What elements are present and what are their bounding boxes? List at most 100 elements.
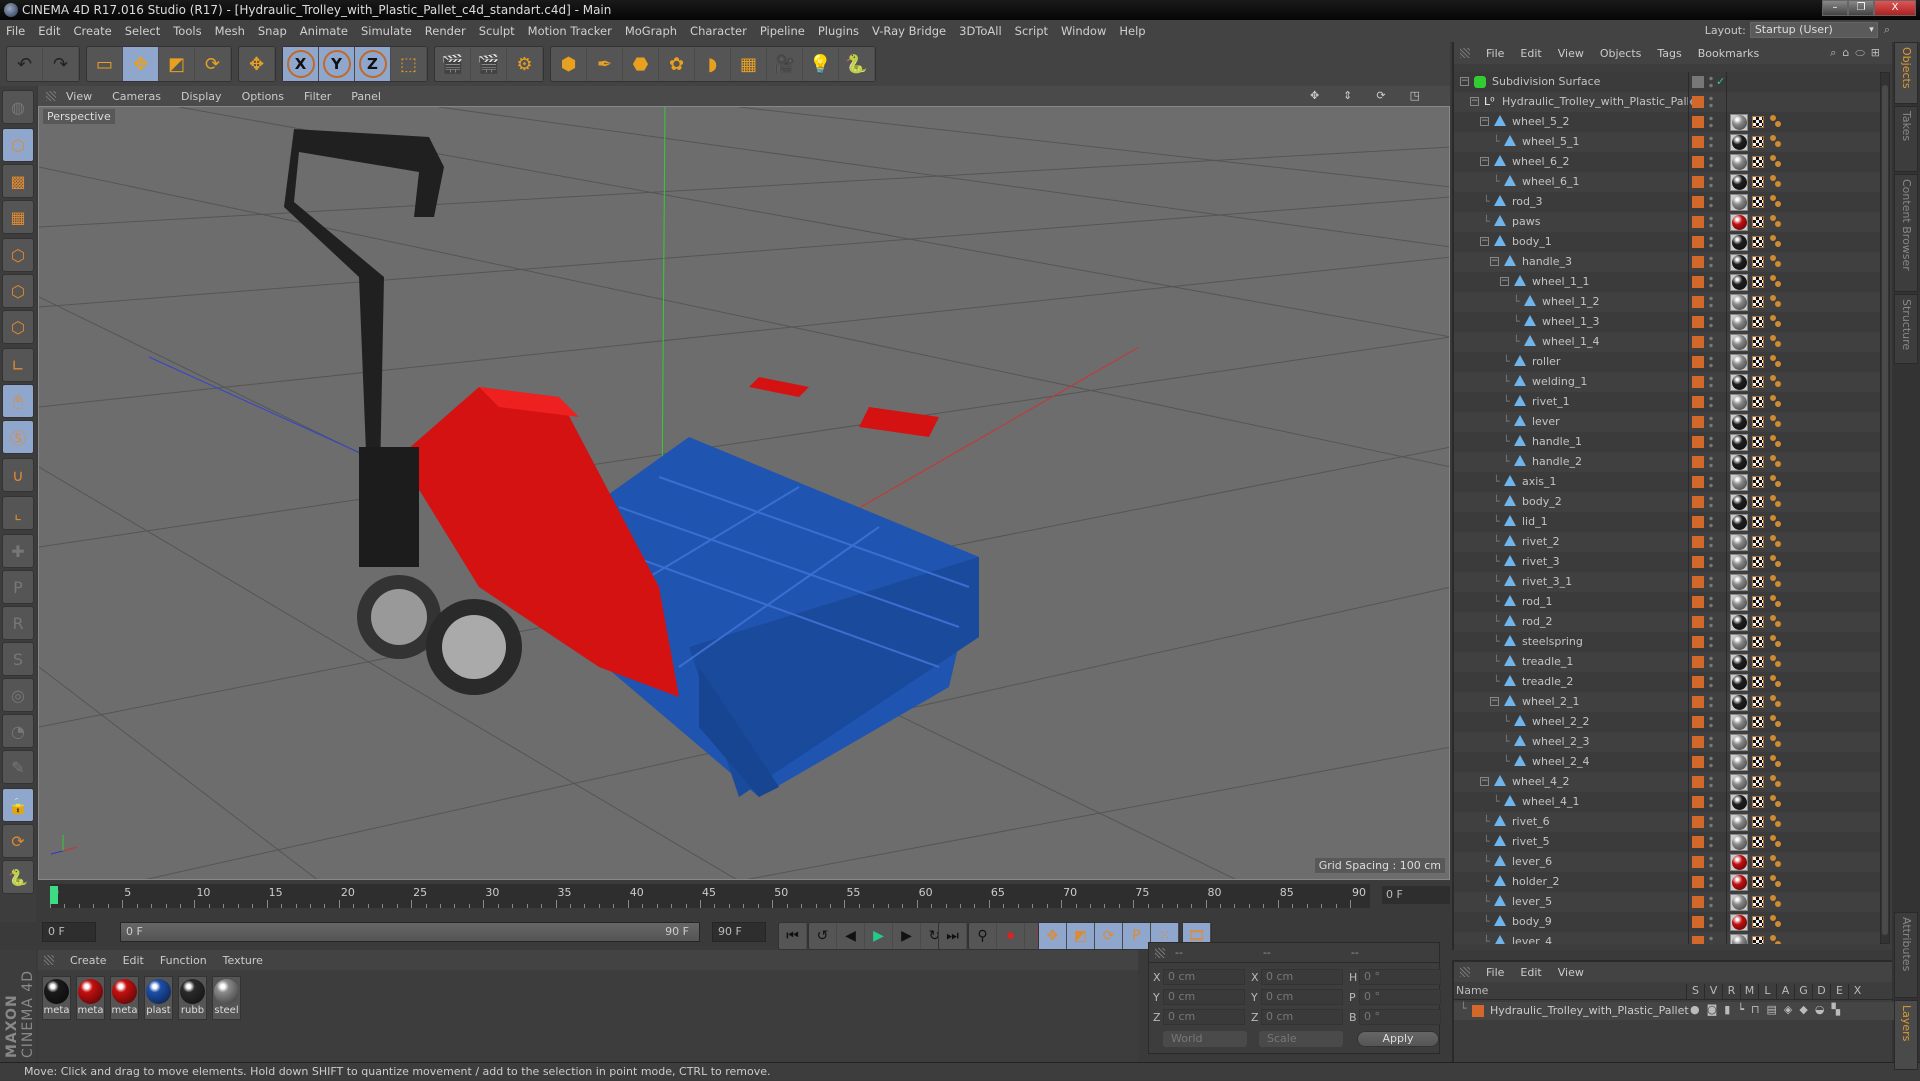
expand-toggle-icon[interactable]: − (1480, 157, 1489, 166)
object-row[interactable]: └ rivet_6 (1454, 812, 1882, 832)
material-tag-icon[interactable] (1730, 274, 1748, 291)
material-tag-icon[interactable] (1730, 214, 1748, 231)
lock-workplane-button[interactable]: 🔒 (2, 788, 34, 822)
expand-toggle-icon[interactable]: − (1480, 777, 1489, 786)
side-tab-objects[interactable]: Objects (1894, 42, 1918, 104)
layer-row[interactable]: └ Hydraulic_Trolley_with_Plastic_Pallet … (1454, 1002, 1894, 1020)
menu-plugins[interactable]: Plugins (818, 24, 859, 38)
subdivision-surface-button[interactable]: ⬣ (623, 47, 659, 81)
key-position-button[interactable]: P (2, 570, 34, 604)
visibility-dots-icon[interactable] (1709, 315, 1713, 329)
camera-label[interactable]: Perspective (43, 109, 115, 124)
phong-tag-icon[interactable] (1770, 615, 1782, 629)
uvw-tag-icon[interactable] (1752, 696, 1764, 708)
object-name[interactable]: handle_1 (1532, 432, 1582, 452)
material-menu-texture[interactable]: Texture (223, 954, 263, 967)
visibility-dots-icon[interactable] (1709, 895, 1713, 909)
layer-color-icon[interactable] (1692, 576, 1704, 588)
texture-mode-button[interactable]: ▩ (2, 164, 34, 198)
expand-toggle-icon[interactable]: − (1490, 257, 1499, 266)
layer-column-s[interactable]: S (1686, 984, 1704, 999)
phong-tag-icon[interactable] (1770, 315, 1782, 329)
key-parameter-button[interactable]: ◎ (2, 678, 34, 712)
layer-color-icon[interactable] (1692, 236, 1704, 248)
new-window-icon[interactable]: ⊞ (1871, 46, 1886, 59)
layer-color-icon[interactable] (1692, 196, 1704, 208)
uvw-tag-icon[interactable] (1752, 616, 1764, 628)
material-tag-icon[interactable] (1730, 154, 1748, 171)
visibility-dots-icon[interactable] (1709, 135, 1713, 149)
redo-button[interactable]: ↷ (43, 47, 79, 81)
object-row[interactable]: └ wheel_1_4 (1454, 332, 1882, 352)
panel-grip-icon[interactable] (44, 955, 54, 965)
object-name[interactable]: wheel_2_3 (1532, 732, 1590, 752)
panel-grip-icon[interactable] (46, 91, 56, 101)
object-row[interactable]: └ treadle_2 (1454, 672, 1882, 692)
visibility-dots-icon[interactable] (1709, 95, 1713, 109)
python-script-button[interactable]: 🐍 (2, 860, 34, 894)
visibility-dots-icon[interactable] (1709, 755, 1713, 769)
panel-grip-icon[interactable] (1155, 947, 1165, 958)
move-button[interactable]: ✥ (123, 47, 159, 81)
layer-name[interactable]: Hydraulic_Trolley_with_Plastic_Pallet (1490, 1004, 1689, 1017)
object-row[interactable]: − body_1 (1454, 232, 1882, 252)
phong-tag-icon[interactable] (1770, 795, 1782, 809)
menu-simulate[interactable]: Simulate (361, 24, 412, 38)
phong-tag-icon[interactable] (1770, 515, 1782, 529)
side-tab-layers[interactable]: Layers (1894, 1000, 1918, 1070)
visibility-dots-icon[interactable] (1709, 355, 1713, 369)
material-tag-icon[interactable] (1730, 694, 1748, 711)
go-to-start-button[interactable]: ⏮ (779, 923, 807, 949)
record-position-button[interactable]: ✥ (1039, 923, 1067, 949)
python-button[interactable]: 🐍 (839, 47, 875, 81)
visibility-dots-icon[interactable] (1709, 615, 1713, 629)
object-menu-edit[interactable]: Edit (1520, 47, 1541, 60)
side-tab-attributes[interactable]: Attributes (1894, 912, 1918, 998)
layer-column-x[interactable]: X (1848, 984, 1866, 999)
layer-color-icon[interactable] (1692, 836, 1704, 848)
viewport-menu-cameras[interactable]: Cameras (112, 90, 161, 103)
material-tag-icon[interactable] (1730, 114, 1748, 131)
layer-color-icon[interactable] (1692, 316, 1704, 328)
rotation-h-field[interactable]: 0 ° (1359, 969, 1441, 985)
visibility-dots-icon[interactable] (1709, 915, 1713, 929)
menu-character[interactable]: Character (690, 24, 747, 38)
object-name[interactable]: treadle_1 (1522, 652, 1573, 672)
minimize-button[interactable]: – (1822, 0, 1848, 16)
visibility-dots-icon[interactable] (1709, 515, 1713, 529)
menu-create[interactable]: Create (74, 24, 112, 38)
size-z-field[interactable]: 0 cm (1261, 1009, 1343, 1025)
visibility-dots-icon[interactable] (1709, 275, 1713, 289)
visibility-dots-icon[interactable] (1709, 195, 1713, 209)
rotate-view-icon[interactable]: ⟳ (1376, 89, 1389, 102)
object-name[interactable]: Subdivision Surface (1492, 72, 1600, 92)
visibility-dots-icon[interactable] (1709, 215, 1713, 229)
visibility-dots-icon[interactable] (1709, 835, 1713, 849)
side-tab-takes[interactable]: Takes (1894, 106, 1918, 172)
uvw-tag-icon[interactable] (1752, 396, 1764, 408)
object-name[interactable]: wheel_4_2 (1512, 772, 1570, 792)
object-name[interactable]: body_9 (1512, 912, 1552, 932)
object-row[interactable]: − wheel_1_1 (1454, 272, 1882, 292)
object-name[interactable]: steelspring (1522, 632, 1583, 652)
object-name[interactable]: rivet_3 (1522, 552, 1560, 572)
uvw-tag-icon[interactable] (1752, 276, 1764, 288)
layer-column-d[interactable]: D (1812, 984, 1830, 999)
previous-key-button[interactable]: ↺ (809, 923, 837, 949)
object-name[interactable]: rivet_1 (1532, 392, 1570, 412)
object-tree-scrollbar[interactable] (1880, 72, 1890, 944)
floor-button[interactable]: ▦ (731, 47, 767, 81)
menu-sculpt[interactable]: Sculpt (479, 24, 515, 38)
uvw-tag-icon[interactable] (1752, 136, 1764, 148)
object-name[interactable]: handle_3 (1522, 252, 1572, 272)
material-tag-icon[interactable] (1730, 934, 1748, 944)
object-row[interactable]: └ rod_1 (1454, 592, 1882, 612)
layer-color-icon[interactable] (1692, 636, 1704, 648)
layer-color-icon[interactable] (1692, 176, 1704, 188)
uvw-tag-icon[interactable] (1752, 496, 1764, 508)
object-name[interactable]: wheel_1_3 (1542, 312, 1600, 332)
visibility-dots-icon[interactable] (1709, 795, 1713, 809)
object-menu-view[interactable]: View (1558, 47, 1584, 60)
layer-color-icon[interactable] (1692, 536, 1704, 548)
menu-script[interactable]: Script (1015, 24, 1048, 38)
